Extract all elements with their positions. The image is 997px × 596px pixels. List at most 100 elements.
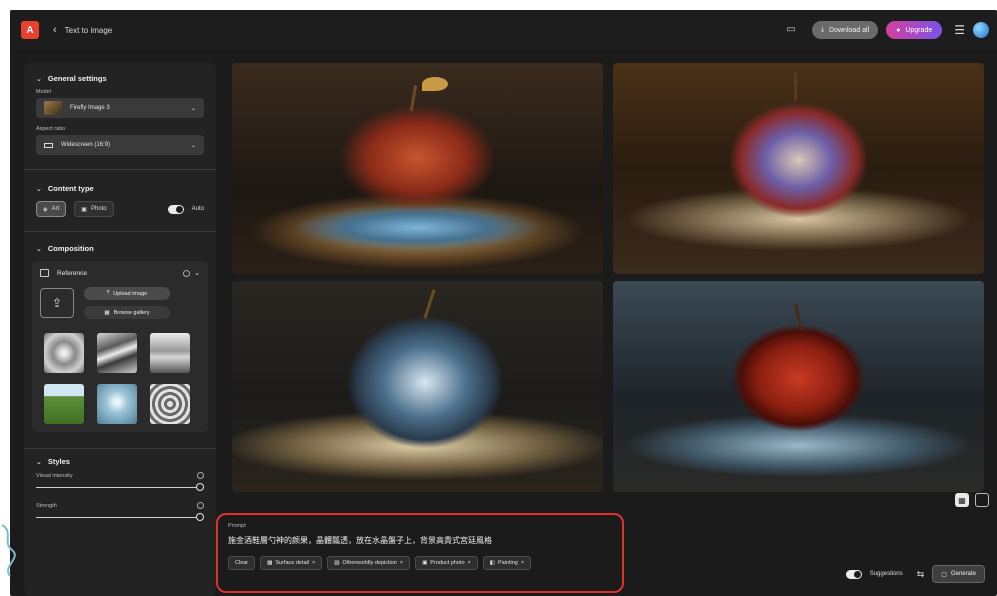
- chip-otherworldly-depiction[interactable]: ▧ Otherworldly depiction ×: [327, 556, 411, 570]
- slider-track: [36, 517, 196, 518]
- auto-toggle[interactable]: [167, 204, 184, 214]
- chip-product-photo[interactable]: ▣ Product photo ×: [415, 556, 478, 570]
- top-right-actions: ▭ ⤓ Download all ● Upgrade ☰: [784, 19, 989, 41]
- generated-image-3[interactable]: [232, 281, 603, 492]
- apps-menu-icon[interactable]: ☰: [954, 23, 965, 37]
- generate-row: Suggestions ⇆ ▢ Generate: [845, 565, 985, 583]
- info-icon[interactable]: [197, 502, 204, 509]
- strength-slider[interactable]: [36, 512, 204, 522]
- feedback-icon[interactable]: ▭: [784, 24, 798, 36]
- camera-icon: ▣: [422, 560, 428, 566]
- sparkle-icon: ●: [896, 26, 901, 34]
- info-icon[interactable]: [197, 472, 204, 479]
- content-type-header[interactable]: ⌄ Content type: [36, 184, 204, 193]
- suggestions-toggle[interactable]: [845, 569, 862, 579]
- chevron-down-icon: ⌄: [36, 245, 42, 253]
- prompt-chips: Clear ▩ Surface detail × ▧ Otherworldly …: [228, 556, 612, 570]
- reference-thumbnail[interactable]: [150, 384, 190, 424]
- grid-view-icon[interactable]: ▦: [955, 493, 969, 507]
- back-chevron-icon[interactable]: ‹: [53, 24, 57, 36]
- apple-stem: [794, 73, 797, 101]
- generate-button[interactable]: ▢ Generate: [932, 565, 985, 583]
- info-icon[interactable]: [183, 269, 191, 277]
- close-icon[interactable]: ×: [400, 560, 403, 566]
- breadcrumb[interactable]: Text to image: [65, 26, 113, 35]
- general-settings-header[interactable]: ⌄ General settings: [36, 74, 204, 83]
- slider-track: [36, 487, 196, 488]
- generated-image-2[interactable]: [613, 63, 984, 274]
- model-thumbnail: [44, 101, 62, 115]
- image-upload-icon: ⇪: [51, 296, 63, 310]
- apple-stem: [409, 84, 418, 112]
- adobe-logo-icon[interactable]: A: [21, 21, 39, 39]
- app-window: A ‹ Text to image ▭ ⤓ Download all ● Upg…: [10, 10, 997, 596]
- download-icon: ⤓: [820, 26, 825, 33]
- reference-gallery: [44, 333, 200, 424]
- chevron-down-icon: ⌄: [36, 458, 42, 466]
- styles-header[interactable]: ⌄ Styles: [36, 457, 204, 466]
- reference-thumbnail[interactable]: [44, 384, 84, 424]
- slider-handle[interactable]: [196, 513, 204, 521]
- view-toggles: ▦: [955, 493, 989, 507]
- content-type-photo-button[interactable]: ▣ Photo: [74, 201, 114, 217]
- reference-thumbnail[interactable]: [44, 333, 84, 373]
- art-icon: ◈: [43, 206, 48, 213]
- suggestions-label: Suggestions: [869, 571, 903, 577]
- prompt-label: Prompt: [228, 523, 246, 529]
- upgrade-button[interactable]: ● Upgrade: [886, 21, 943, 39]
- upload-drop-zone[interactable]: ⇪: [40, 288, 74, 318]
- golden-leaf: [422, 77, 448, 91]
- style-icon: ▧: [334, 560, 340, 566]
- widescreen-icon: [44, 142, 53, 148]
- reference-card: Reference ⌄ ⇪ ⤒ Upload image ▦ Browse ga…: [32, 261, 208, 432]
- apple-stem: [423, 289, 436, 319]
- close-icon[interactable]: ×: [468, 560, 471, 566]
- chevron-down-icon: ⌄: [190, 142, 196, 149]
- aspect-ratio-select[interactable]: Widescreen (16:9) ⌄: [36, 135, 204, 155]
- chip-surface-detail[interactable]: ▩ Surface detail ×: [260, 556, 323, 570]
- top-bar: A ‹ Text to image ▭ ⤓ Download all ● Upg…: [10, 10, 997, 50]
- strength-label: Strength: [36, 502, 57, 509]
- settings-sidebar: ⌄ General settings Model Firefly Image 3…: [24, 62, 216, 596]
- reference-label: Reference: [57, 269, 87, 277]
- texture-icon: ▩: [267, 560, 273, 566]
- visual-intensity-slider[interactable]: [36, 482, 204, 492]
- model-select[interactable]: Firefly Image 3 ⌄: [36, 98, 204, 118]
- generated-image-1[interactable]: [232, 63, 603, 274]
- photo-icon: ▣: [81, 206, 87, 213]
- close-icon[interactable]: ×: [312, 560, 315, 566]
- decorative-swirl: [0, 520, 18, 580]
- apple-stem: [794, 302, 803, 332]
- avatar[interactable]: [973, 22, 989, 38]
- upload-image-button[interactable]: ⤒ Upload image: [84, 287, 170, 300]
- close-icon[interactable]: ×: [521, 560, 524, 566]
- reference-thumbnail[interactable]: [97, 333, 137, 373]
- chevron-down-icon: ⌄: [36, 185, 42, 193]
- prompt-panel: Prompt 施金酒鞋層勺神的颜果，晶體瓢透，放在水晶盤子上，背景高貴式宮廷風格…: [216, 513, 624, 593]
- chevron-down-icon: ⌄: [36, 75, 42, 83]
- slider-handle[interactable]: [196, 483, 204, 491]
- reference-thumbnail[interactable]: [150, 333, 190, 373]
- aspect-ratio-label: Aspect ratio: [36, 126, 66, 132]
- generated-image-4[interactable]: [613, 281, 984, 492]
- auto-label: Auto: [191, 206, 204, 212]
- gallery-icon: ▦: [104, 309, 110, 316]
- reference-thumbnail[interactable]: [97, 384, 137, 424]
- model-label: Model: [36, 89, 51, 95]
- download-all-button[interactable]: ⤓ Download all: [811, 21, 879, 39]
- prompt-history-icon[interactable]: ⇆: [917, 569, 925, 580]
- brush-icon: ◧: [489, 560, 495, 566]
- prompt-input[interactable]: 施金酒鞋層勺神的颜果，晶體瓢透，放在水晶盤子上，背景高貴式宮廷風格: [228, 535, 612, 546]
- content-type-art-button[interactable]: ◈ Art: [36, 201, 67, 217]
- composition-header[interactable]: ⌄ Composition: [36, 244, 204, 253]
- visual-intensity-label: Visual intensity: [36, 472, 73, 479]
- chevron-down-icon: ⌄: [190, 105, 196, 112]
- chip-painting[interactable]: ◧ Painting ×: [482, 556, 532, 570]
- generate-icon: ▢: [941, 571, 947, 578]
- reference-icon: [40, 269, 49, 277]
- upload-icon: ⤒: [106, 290, 110, 296]
- single-view-icon[interactable]: [975, 493, 989, 507]
- clear-button[interactable]: Clear: [228, 556, 256, 570]
- chevron-down-icon[interactable]: ⌄: [194, 269, 200, 277]
- browse-gallery-button[interactable]: ▦ Browse gallery: [84, 306, 170, 319]
